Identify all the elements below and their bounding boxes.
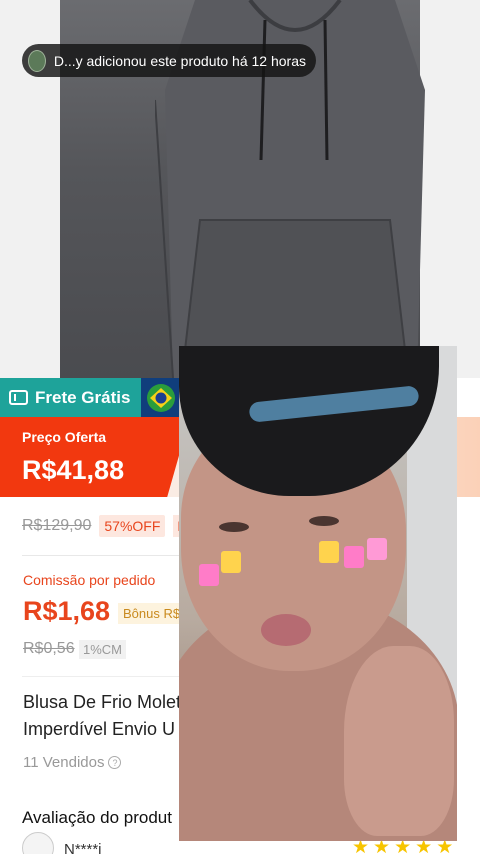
user-avatar: [28, 49, 46, 72]
divider: [22, 676, 182, 677]
notification-text: D...y adicionou este produto há 12 horas: [53, 52, 306, 69]
price-detail-row: R$129,90 57%OFF P: [22, 515, 191, 537]
product-image[interactable]: D...y adicionou este produto há 12 horas: [0, 0, 480, 378]
reviews-heading: Avaliação do produt: [22, 808, 172, 827]
commission-value: R$1,68: [23, 596, 111, 626]
commission-rate-badge: 1%CM: [79, 640, 127, 659]
help-icon[interactable]: ?: [108, 756, 122, 769]
person-lips: [261, 614, 311, 646]
commission-old: R$0,56: [23, 640, 75, 657]
sold-count: 11 Vendidos ?: [23, 754, 122, 771]
commission-label: Comissão por pedido: [23, 572, 156, 588]
face-sticker: [221, 551, 241, 573]
reviewer-name: N****i: [64, 841, 102, 854]
face-sticker: [367, 538, 387, 560]
person-eye-right: [309, 516, 339, 526]
face-sticker: [344, 546, 364, 568]
camera-overlay[interactable]: [179, 346, 457, 841]
discount-badge: 57%OFF: [99, 515, 166, 537]
product-title-line1: Blusa De Frio Molet: [23, 692, 182, 712]
original-price: R$129,90: [22, 517, 92, 534]
bonus-badge: Bônus R$: [118, 603, 186, 624]
face-sticker: [319, 541, 339, 563]
ticket-icon: [9, 390, 28, 405]
free-shipping-badge: Frete Grátis: [0, 378, 141, 417]
person-eye-left: [219, 522, 249, 532]
recent-add-notification: D...y adicionou este produto há 12 horas: [22, 44, 316, 77]
person-hand: [344, 646, 454, 836]
brazil-flag-icon: [141, 378, 181, 417]
offer-price-label: Preço Oferta: [22, 429, 107, 445]
reviewer-avatar: [22, 832, 54, 854]
sold-count-text: 11 Vendidos: [23, 754, 105, 771]
face-sticker: [199, 564, 219, 586]
free-shipping-label: Frete Grátis: [35, 387, 131, 407]
offer-price: R$41,88: [22, 455, 125, 485]
product-title-line2: Imperdível Envio U: [23, 719, 176, 739]
divider: [22, 555, 182, 556]
